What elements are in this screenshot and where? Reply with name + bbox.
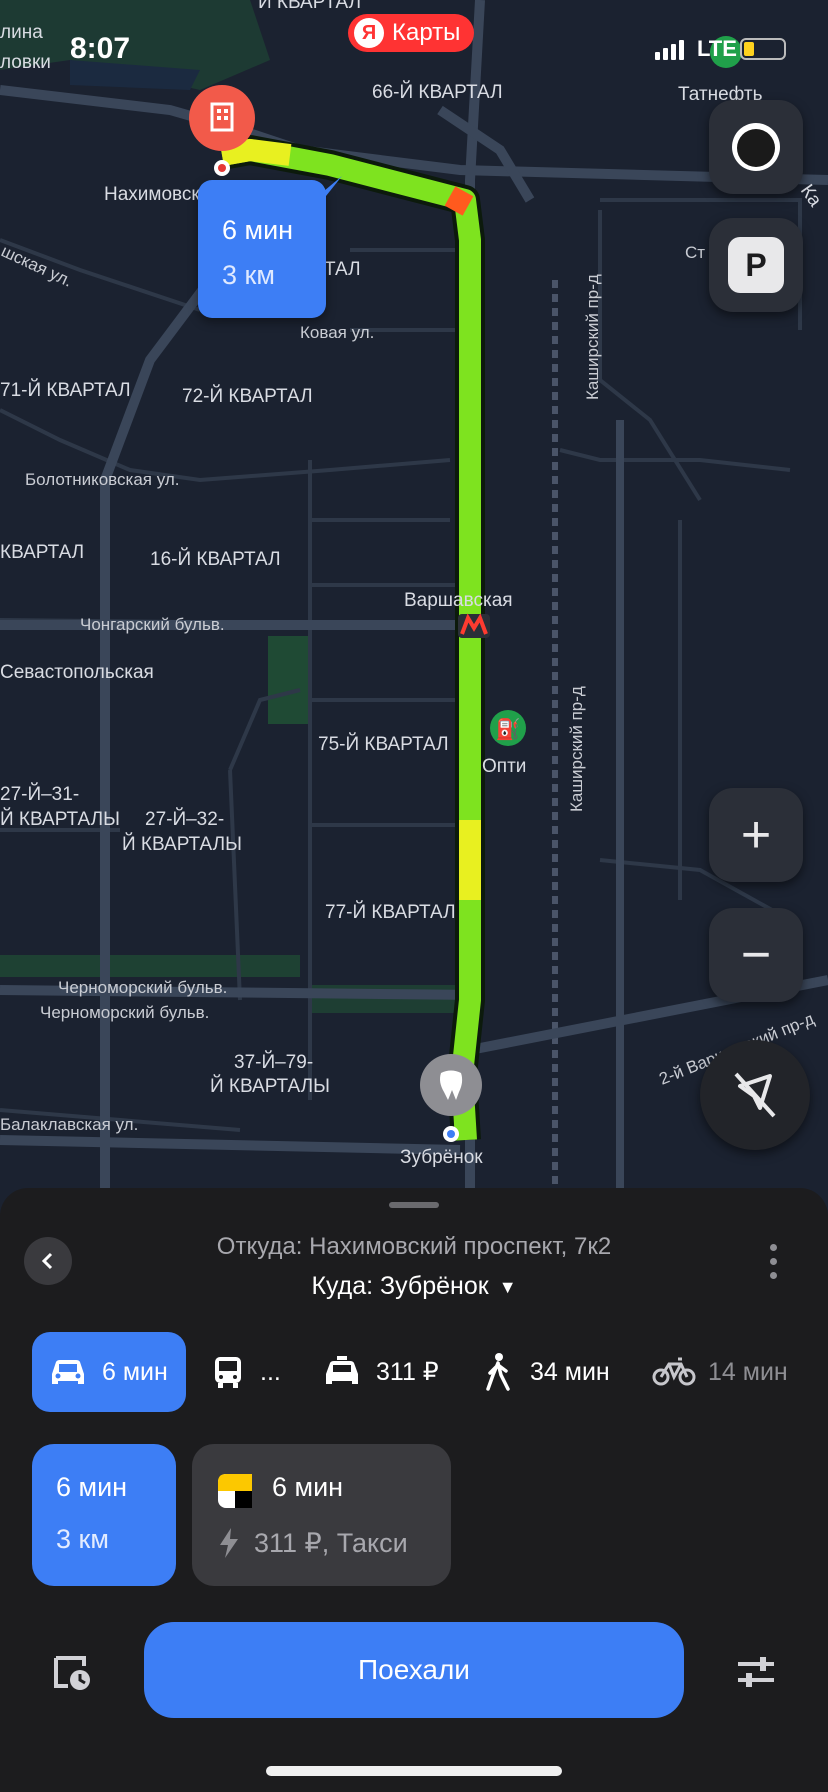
map-label: Й КВАРТАЛЫ [210, 1075, 330, 1097]
minus-icon: − [740, 926, 772, 984]
route-option-time: 6 мин [56, 1472, 128, 1502]
map-label: Каширский пр-д [567, 686, 586, 812]
route-sheet: Откуда: Нахимовский проспект, 7к2 Куда: … [0, 1188, 828, 1792]
taxi-option-time: 6 мин [272, 1472, 344, 1502]
bubble-time: 6 мин [222, 215, 294, 245]
mode-transit[interactable]: ... [212, 1332, 288, 1412]
zoom-out-button[interactable]: − [709, 908, 803, 1002]
calendar-clock-icon [54, 1656, 90, 1690]
svg-text:⛽: ⛽ [496, 717, 521, 741]
map-label: Й КВАРТАЛЫ [0, 808, 120, 830]
map-label: Ст [685, 243, 705, 262]
network-label: LTE [697, 36, 737, 61]
map-label: Болотниковская ул. [25, 470, 180, 489]
map-label: Севастопольская [0, 662, 154, 683]
caret-down-icon: ▼ [498, 1276, 517, 1297]
gas-station-icon: ⛽ [490, 710, 526, 746]
brand-name: Карты [392, 19, 461, 46]
map-label: 72-Й КВАРТАЛ [182, 385, 313, 407]
alice-button[interactable] [709, 100, 803, 194]
route-option-distance: 3 км [56, 1524, 109, 1554]
map-label: 75-Й КВАРТАЛ [318, 733, 449, 755]
route-summary-bubble[interactable]: 6 мин 3 км [198, 180, 326, 318]
car-icon [52, 1360, 84, 1384]
taxi-option-price: 311 ₽, Такси [254, 1528, 408, 1558]
map-label: 71-Й КВАРТАЛ [0, 379, 131, 401]
location-off-icon [734, 1072, 776, 1118]
more-button[interactable] [760, 1238, 786, 1286]
bike-icon [652, 1357, 696, 1386]
alice-icon [732, 123, 780, 171]
home-indicator[interactable] [266, 1766, 562, 1776]
parking-button[interactable]: P [709, 218, 803, 312]
route-to[interactable]: Куда: Зубрёнок ▼ [0, 1272, 828, 1301]
plus-icon: + [740, 806, 772, 864]
battery-icon [740, 38, 786, 60]
map-label: Ковая ул. [300, 323, 374, 342]
sliders-icon [738, 1657, 774, 1687]
route-from[interactable]: Откуда: Нахимовский проспект, 7к2 [0, 1233, 828, 1261]
map-label: Балаклавская ул. [0, 1115, 138, 1134]
lightning-icon [220, 1528, 238, 1558]
map-label: 27-Й–31- [0, 783, 79, 805]
map-label: Зубрёнок [400, 1147, 483, 1168]
mode-bike-label: 14 мин [708, 1357, 788, 1386]
status-bar: 8:07 Я Карты LTE [0, 0, 828, 100]
route-settings-button[interactable] [736, 1652, 776, 1692]
map-label: Каширский пр-д [583, 274, 602, 400]
map-label: Черноморский бульв. [58, 978, 227, 997]
my-location-button[interactable] [700, 1040, 810, 1150]
schedule-button[interactable] [52, 1652, 92, 1692]
metro-icon [458, 613, 490, 638]
map-label: 16-Й КВАРТАЛ [150, 548, 281, 570]
map-label: 37-Й–79- [234, 1051, 313, 1073]
map[interactable]: ⛽ лина ловки Й КВАРТАЛ 66-Й КВАРТАЛ Татн… [0, 0, 828, 1200]
walk-icon [486, 1353, 510, 1391]
mode-bike[interactable]: 14 мин [652, 1332, 802, 1412]
bus-icon [215, 1357, 241, 1388]
route-option-car[interactable]: 6 мин 3 км [32, 1444, 176, 1586]
brand-logo: Я [354, 18, 384, 48]
mode-taxi-label: 311 ₽ [376, 1358, 439, 1386]
signal-icon [655, 40, 684, 60]
mode-car[interactable]: 6 мин [32, 1332, 186, 1412]
mode-transit-label: ... [260, 1357, 281, 1386]
mode-walk-label: 34 мин [530, 1357, 610, 1386]
map-label: 27-Й–32- [145, 808, 224, 830]
mode-car-label: 6 мин [102, 1357, 168, 1386]
mode-walk[interactable]: 34 мин [484, 1332, 618, 1412]
bubble-tail [318, 176, 342, 196]
parking-icon: P [728, 237, 784, 293]
start-navigation-button[interactable]: Поехали [144, 1622, 684, 1718]
map-label: Черноморский бульв. [40, 1003, 209, 1022]
map-label: Й КВАРТАЛЫ [122, 833, 242, 855]
map-label: Чонгарский бульв. [80, 615, 225, 634]
bubble-distance: 3 км [222, 260, 275, 290]
map-label: 77-Й КВАРТАЛ [325, 901, 456, 923]
status-time: 8:07 [70, 32, 131, 65]
map-label: КВАРТАЛ [0, 542, 84, 563]
route-option-taxi[interactable]: 6 мин 311 ₽, Такси [192, 1444, 451, 1586]
sheet-handle[interactable] [389, 1202, 439, 1208]
map-label: Варшавская [404, 590, 513, 611]
route-to-label: Куда: Зубрёнок [311, 1272, 489, 1300]
taxi-icon [326, 1356, 358, 1384]
yandex-go-icon [218, 1474, 252, 1508]
mode-taxi[interactable]: 311 ₽ [322, 1332, 442, 1412]
map-label: Опти [482, 756, 526, 777]
app-brand-badge: Я Карты [348, 14, 475, 52]
zoom-in-button[interactable]: + [709, 788, 803, 882]
